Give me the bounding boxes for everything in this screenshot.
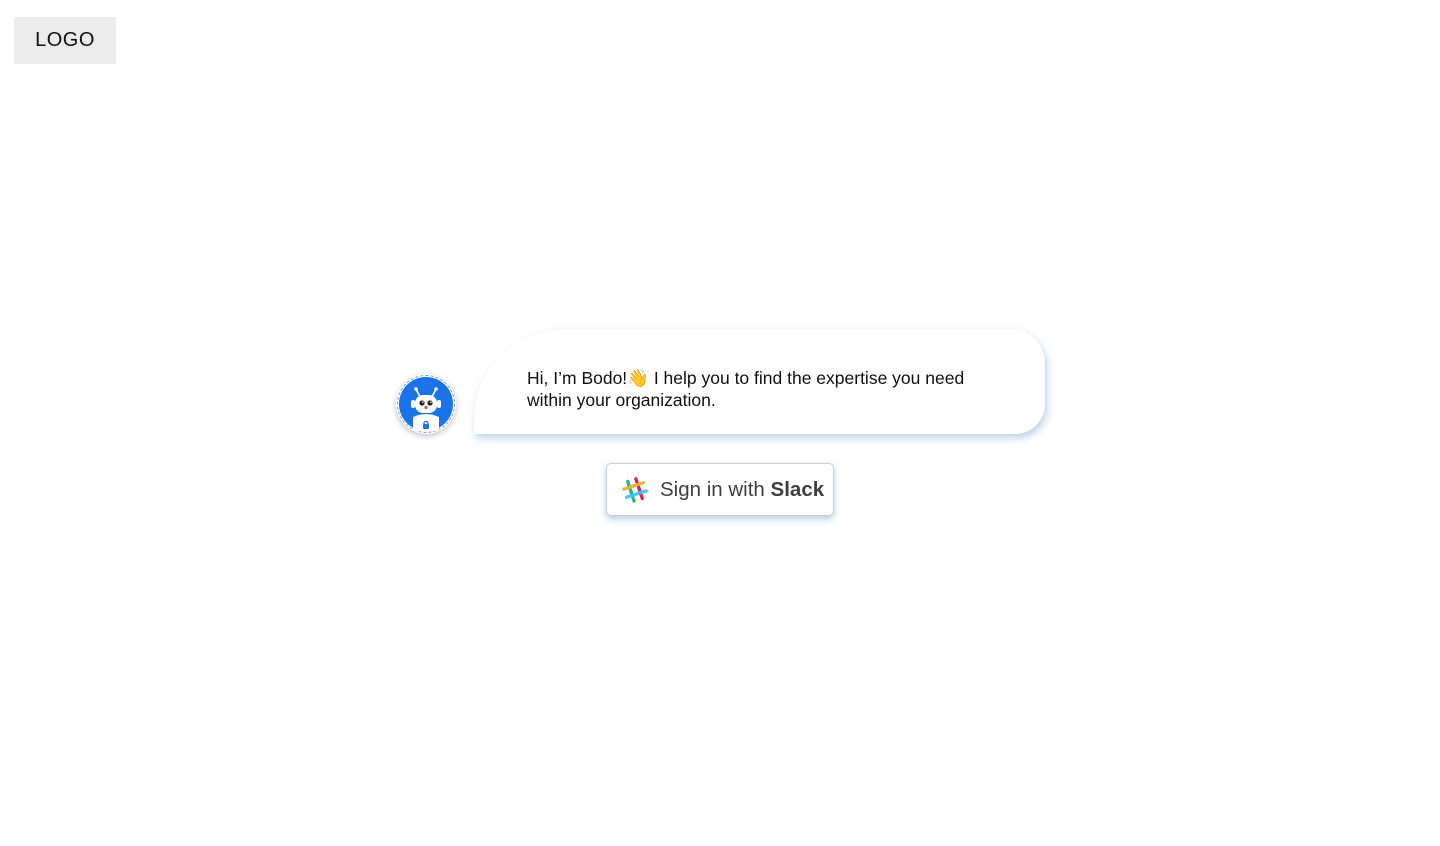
- bot-greeting-message: Hi, I’m Bodo!👋 I help you to find the ex…: [527, 368, 965, 410]
- robot-bot-icon: [399, 377, 453, 431]
- sign-in-prefix: Sign in with: [660, 477, 765, 501]
- bot-avatar: [396, 374, 456, 434]
- logo-text: LOGO: [35, 29, 95, 51]
- sign-in-label: Sign in with Slack: [660, 478, 824, 502]
- avatar-ring: [397, 375, 455, 433]
- page: LOGO Hi, I’m Bodo!👋 I help you to find t…: [0, 0, 1440, 846]
- sign-in-brand: Slack: [770, 477, 825, 501]
- logo[interactable]: LOGO: [14, 17, 116, 64]
- sign-in-with-slack-button[interactable]: Sign in with Slack: [606, 463, 834, 516]
- chat-bubble: Hi, I’m Bodo!👋 I help you to find the ex…: [474, 329, 1045, 434]
- slack-icon: [622, 476, 648, 503]
